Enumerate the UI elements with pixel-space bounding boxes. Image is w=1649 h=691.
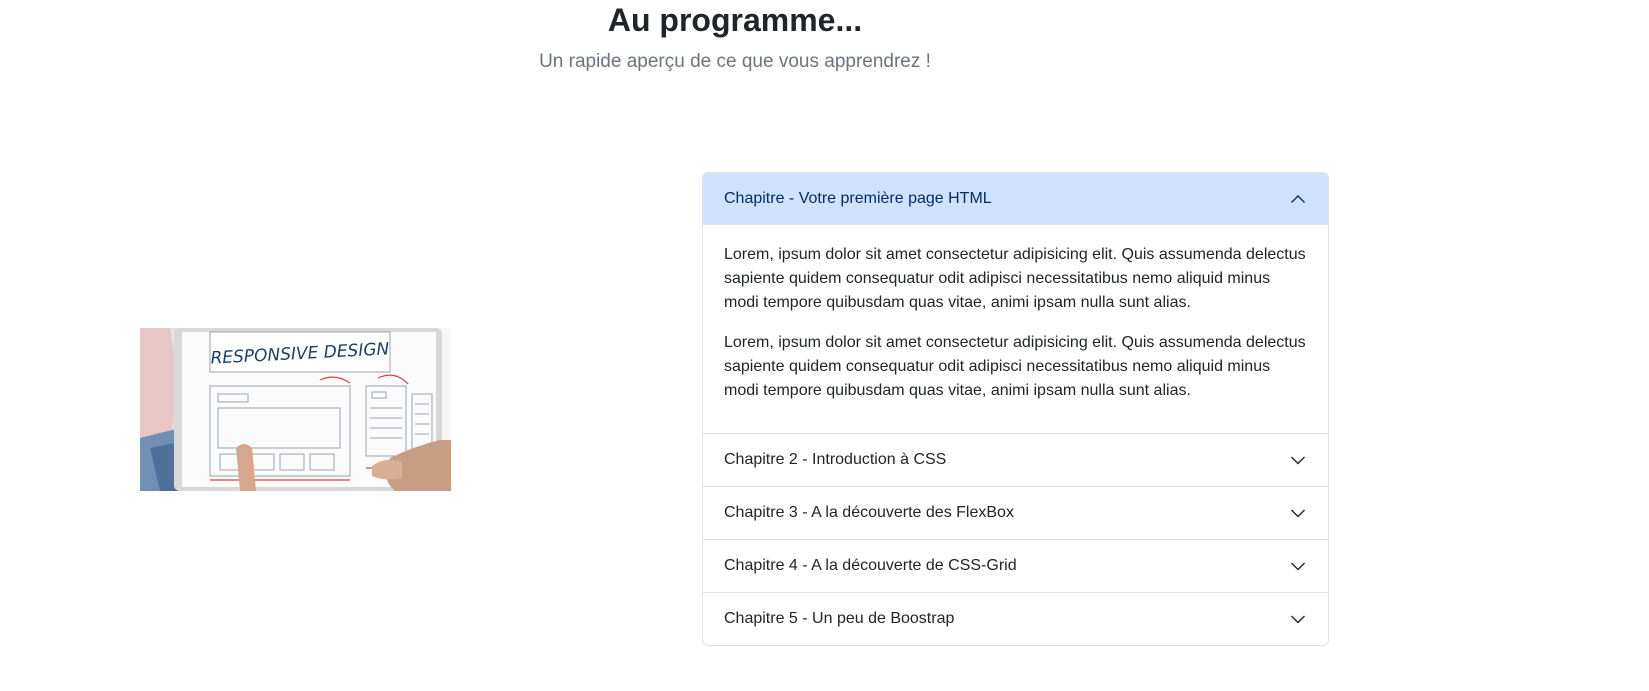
accordion-header-chapter-2[interactable]: Chapitre 2 - Introduction à CSS <box>703 434 1328 486</box>
accordion-header-chapter-4[interactable]: Chapitre 4 - A la découverte de CSS-Grid <box>703 540 1328 592</box>
section-subtitle: Un rapide aperçu de ce que vous apprendr… <box>539 51 931 72</box>
accordion-header-label: Chapitre 5 - Un peu de Boostrap <box>724 610 955 627</box>
page: Au programme... Un rapide aperçu de ce q… <box>0 0 1649 691</box>
accordion-item-chapter-4: Chapitre 4 - A la découverte de CSS-Grid <box>703 540 1328 593</box>
accordion-header-label: Chapitre 3 - A la découverte des FlexBox <box>724 504 1014 521</box>
accordion-header-label: Chapitre 2 - Introduction à CSS <box>724 451 947 468</box>
chevron-up-icon <box>1288 189 1308 209</box>
accordion-item-chapter-3: Chapitre 3 - A la découverte des FlexBox <box>703 487 1328 540</box>
accordion-header-chapter-3[interactable]: Chapitre 3 - A la découverte des FlexBox <box>703 487 1328 539</box>
accordion-paragraph: Lorem, ipsum dolor sit amet consectetur … <box>724 246 1306 311</box>
section-title: Au programme... <box>607 2 863 38</box>
chevron-down-icon <box>1288 556 1308 576</box>
chapters-accordion: Chapitre - Votre première page HTML Lore… <box>702 172 1329 646</box>
accordion-header-chapter-5[interactable]: Chapitre 5 - Un peu de Boostrap <box>703 593 1328 645</box>
accordion-item-chapter-1: Chapitre - Votre première page HTML Lore… <box>703 173 1328 434</box>
accordion-item-chapter-5: Chapitre 5 - Un peu de Boostrap <box>703 593 1328 645</box>
accordion-paragraph: Lorem, ipsum dolor sit amet consectetur … <box>724 334 1306 399</box>
tablet-wireframe-picture: RESPONSIVE DESIGN <box>140 328 451 491</box>
accordion-body-chapter-1: Lorem, ipsum dolor sit amet consectetur … <box>703 225 1328 433</box>
accordion-header-chapter-1[interactable]: Chapitre - Votre première page HTML <box>703 173 1328 225</box>
responsive-design-illustration: RESPONSIVE DESIGN <box>140 328 451 491</box>
accordion-header-label: Chapitre - Votre première page HTML <box>724 190 992 207</box>
accordion-item-chapter-2: Chapitre 2 - Introduction à CSS <box>703 434 1328 487</box>
chevron-down-icon <box>1288 609 1308 629</box>
accordion-header-label: Chapitre 4 - A la découverte de CSS-Grid <box>724 557 1017 574</box>
chevron-down-icon <box>1288 450 1308 470</box>
chevron-down-icon <box>1288 503 1308 523</box>
